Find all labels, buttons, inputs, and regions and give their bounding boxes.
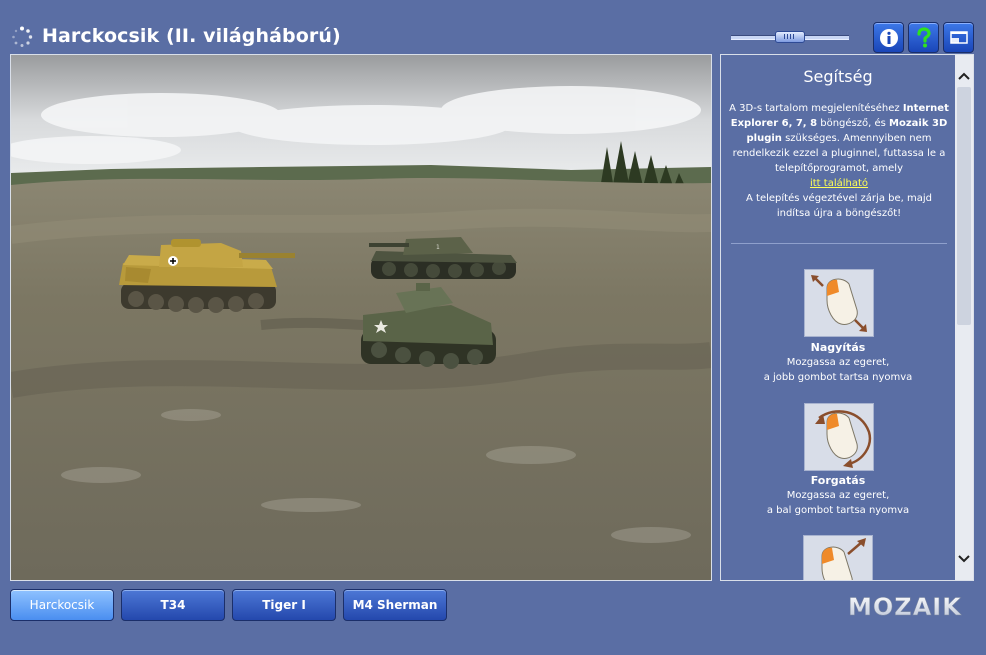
question-icon xyxy=(916,26,931,47)
tab-m4-sherman[interactable]: M4 Sherman xyxy=(343,589,447,621)
help-panel: Segítség A 3D-s tartalom megjelenítéséhe… xyxy=(720,54,974,581)
hint-title-rotate: Forgatás xyxy=(810,474,866,487)
window-button[interactable] xyxy=(943,22,974,53)
svg-text:1: 1 xyxy=(436,244,440,251)
help-text: A 3D-s tartalom megjelenítéséhez Interne… xyxy=(729,101,949,221)
tank-scene[interactable]: 1 xyxy=(11,55,711,580)
scroll-up-button[interactable] xyxy=(955,67,973,85)
zoom-slider-thumb[interactable] xyxy=(775,31,805,43)
hint-desc-zoom-2: a jobb gombot tartsa nyomva xyxy=(763,372,913,383)
page-title: Harckocsik (II. világháború) xyxy=(42,25,341,47)
divider xyxy=(731,243,947,244)
3d-viewport[interactable]: 1 xyxy=(10,54,712,581)
help-content: Segítség A 3D-s tartalom megjelenítéséhe… xyxy=(721,55,955,580)
chevron-down-icon xyxy=(958,555,970,563)
help-scrollbar[interactable] xyxy=(955,55,973,580)
mouse-move-icon xyxy=(803,535,873,580)
logo-text: MOZAIK xyxy=(848,593,962,619)
hint-desc-rotate-2: a bal gombot tartsa nyomva xyxy=(766,505,910,516)
help-button[interactable] xyxy=(908,22,939,53)
help-text-part: A 3D-s tartalom megjelenítéséhez xyxy=(729,103,903,114)
help-text-part: A telepítés végeztével zárja be, majd in… xyxy=(746,193,932,219)
mozaik-logo: MOZAIK xyxy=(848,593,962,619)
hint-desc-zoom-1: Mozgassa az egeret, xyxy=(786,357,890,368)
tab-harckocsik[interactable]: Harckocsik xyxy=(10,589,114,621)
chevron-up-icon xyxy=(958,72,970,80)
tab-tiger-i[interactable]: Tiger I xyxy=(232,589,336,621)
installer-link[interactable]: itt található xyxy=(810,178,868,189)
hint-desc-rotate-1: Mozgassa az egeret, xyxy=(786,490,890,501)
tab-t34[interactable]: T34 xyxy=(121,589,225,621)
help-text-part: böngésző, és xyxy=(817,118,890,129)
zoom-slider[interactable] xyxy=(731,31,849,43)
scroll-thumb[interactable] xyxy=(957,87,971,325)
mouse-zoom-icon xyxy=(804,269,874,337)
info-button[interactable] xyxy=(873,22,904,53)
help-title: Segítség xyxy=(803,67,873,86)
window-icon xyxy=(949,30,968,44)
loading-spinner-icon xyxy=(12,26,33,47)
mouse-rotate-icon xyxy=(804,403,874,471)
header: Harckocsik (II. világháború) xyxy=(0,0,986,53)
hint-title-zoom: Nagyítás xyxy=(810,341,866,354)
info-icon xyxy=(879,28,898,47)
scroll-down-button[interactable] xyxy=(955,550,973,568)
